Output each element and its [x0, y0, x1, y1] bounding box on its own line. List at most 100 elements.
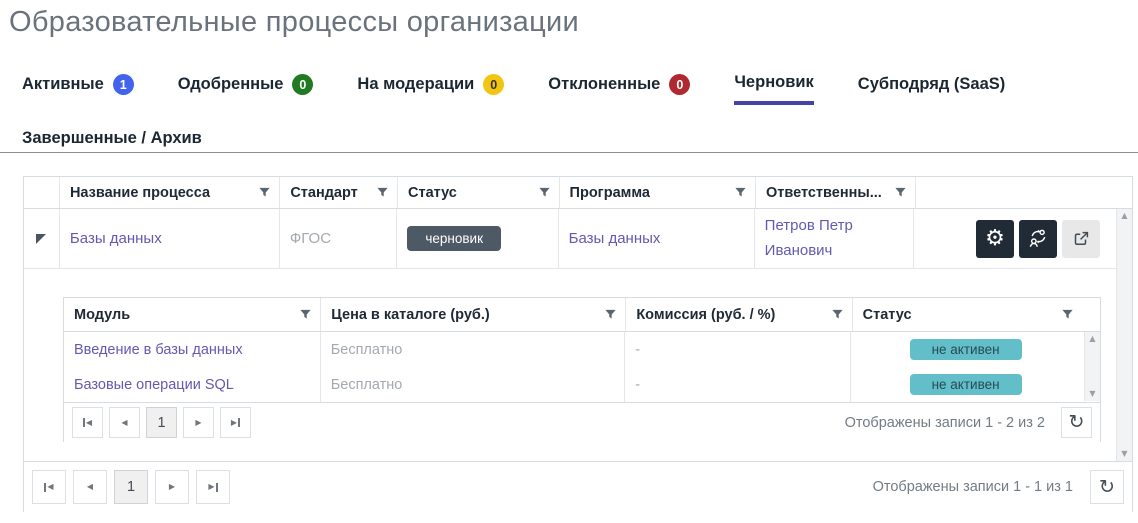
scroll-up-icon[interactable]: ▲ [1089, 335, 1095, 343]
tab-approved[interactable]: Одобренные 0 [178, 73, 314, 105]
tab-label: Черновик [734, 73, 813, 92]
prev-page-icon: ◀ [47, 483, 53, 491]
prev-page-button[interactable]: ◀ [109, 407, 140, 438]
count-badge: 0 [669, 74, 690, 95]
collapse-row-icon[interactable] [36, 234, 46, 244]
module-link[interactable]: Введение в базы данных [74, 342, 243, 358]
filter-icon[interactable] [299, 308, 312, 321]
filter-icon[interactable] [831, 308, 844, 321]
last-page-button[interactable]: ▶ [220, 407, 251, 438]
open-external-icon [1071, 229, 1091, 249]
tab-label: Субподряд (SaaS) [858, 75, 1006, 94]
header-module-status: Статус [853, 298, 1082, 331]
header-label: Стандарт [290, 185, 357, 201]
responsible-cell: Петров Петр Иванович [755, 209, 914, 268]
scroll-up-icon[interactable]: ▲ [1121, 212, 1127, 220]
prev-page-icon: ◀ [87, 483, 93, 491]
header-actions-column [916, 177, 1114, 208]
next-page-icon: ▶ [195, 419, 201, 427]
tabstrip-divider [0, 152, 1138, 153]
gear-icon: ⚙ [985, 228, 1005, 250]
header-module: Модуль [64, 298, 321, 331]
refresh-button[interactable]: ↻ [1061, 407, 1092, 438]
scroll-down-icon[interactable]: ▼ [1121, 450, 1127, 458]
table-row: Базовые операции SQL Бесплатно - не акти… [64, 367, 1100, 402]
commission-cell: - [625, 367, 851, 402]
header-status: Статус [398, 177, 560, 208]
page-number-button[interactable]: 1 [114, 470, 148, 504]
program-cell: Базы данных [559, 209, 755, 268]
standard-cell: ФГОС [280, 209, 397, 268]
price-cell: Бесплатно [321, 332, 625, 367]
seek-last-icon [216, 483, 218, 492]
header-standard: Стандарт [280, 177, 398, 208]
processes-grid: Название процесса Стандарт Статус Програ… [23, 176, 1133, 512]
pager-info: Отображены записи 1 - 2 из 2 [845, 415, 1045, 431]
next-page-button[interactable]: ▶ [155, 470, 189, 504]
filter-icon[interactable] [604, 308, 617, 321]
open-external-button[interactable] [1062, 220, 1100, 258]
header-label: Комиссия (руб. / %) [636, 307, 775, 323]
next-page-icon: ▶ [169, 483, 175, 491]
header-responsible: Ответственны... [756, 177, 916, 208]
filter-icon[interactable] [258, 186, 271, 199]
table-row: Введение в базы данных Бесплатно - не ак… [64, 332, 1100, 367]
filter-icon[interactable] [894, 186, 907, 199]
tab-draft[interactable]: Черновик [734, 73, 813, 105]
status-badge: не активен [910, 339, 1022, 360]
program-link[interactable]: Базы данных [569, 230, 661, 247]
grid-vertical-scrollbar[interactable]: ▲ ▼ [1116, 209, 1132, 461]
header-label: Название процесса [70, 185, 210, 201]
refresh-button[interactable]: ↻ [1090, 470, 1124, 504]
price-cell: Бесплатно [321, 367, 625, 402]
subgrid-pager: ◀ ◀ 1 ▶ ▶ Отображены записи 1 - 2 из 2 ↻ [64, 402, 1100, 442]
refresh-icon: ↻ [1099, 478, 1115, 497]
header-label: Программа [570, 185, 650, 201]
settings-button[interactable]: ⚙ [976, 220, 1014, 258]
expand-cell [24, 209, 60, 268]
first-page-button[interactable]: ◀ [32, 470, 66, 504]
page-title: Образовательные процессы организации [9, 6, 579, 39]
count-badge: 1 [113, 74, 134, 95]
status-cell: черновик [397, 209, 558, 268]
status-badge: черновик [407, 226, 501, 251]
subgrid-vertical-scrollbar[interactable]: ▲ ▼ [1084, 332, 1100, 401]
reassign-responsible-button[interactable] [1019, 220, 1057, 258]
tabstrip: Активные 1 Одобренные 0 На модерации 0 О… [22, 73, 1122, 157]
page-number-button[interactable]: 1 [146, 407, 177, 438]
tab-active[interactable]: Активные 1 [22, 73, 134, 105]
pager-info: Отображены записи 1 - 1 из 1 [873, 479, 1073, 495]
process-name-cell: Базы данных [60, 209, 280, 268]
next-page-button[interactable]: ▶ [183, 407, 214, 438]
next-page-icon: ▶ [208, 483, 214, 491]
header-catalog-price: Цена в каталоге (руб.) [321, 298, 626, 331]
filter-icon[interactable] [1061, 308, 1074, 321]
detail-row: Модуль Цена в каталоге (руб.) Комиссия (… [24, 269, 1132, 462]
filter-icon[interactable] [376, 186, 389, 199]
grid-pager: ◀ ◀ 1 ▶ ▶ Отображены записи 1 - 1 из 1 ↻ [24, 462, 1132, 512]
header-label: Статус [408, 185, 457, 201]
first-page-button[interactable]: ◀ [72, 407, 103, 438]
header-label: Ответственны... [766, 185, 882, 201]
refresh-icon: ↻ [1069, 413, 1085, 432]
seek-last-icon [238, 418, 240, 427]
module-link[interactable]: Базовые операции SQL [74, 377, 234, 393]
process-name-link[interactable]: Базы данных [70, 230, 162, 247]
prev-page-icon: ◀ [86, 419, 92, 427]
header-label: Статус [863, 307, 912, 323]
header-label: Модуль [74, 307, 130, 323]
scroll-down-icon[interactable]: ▼ [1089, 390, 1095, 398]
filter-icon[interactable] [538, 186, 551, 199]
count-badge: 0 [292, 74, 313, 95]
tab-rejected[interactable]: Отклоненные 0 [548, 73, 690, 105]
responsible-link[interactable]: Петров Петр Иванович [765, 214, 903, 264]
tab-moderation[interactable]: На модерации 0 [357, 73, 504, 105]
prev-page-icon: ◀ [121, 419, 127, 427]
filter-icon[interactable] [734, 186, 747, 199]
prev-page-button[interactable]: ◀ [73, 470, 107, 504]
tab-label: На модерации [357, 75, 474, 94]
tab-subcontract[interactable]: Субподряд (SaaS) [858, 73, 1006, 105]
last-page-button[interactable]: ▶ [196, 470, 230, 504]
seek-first-icon [83, 418, 85, 427]
commission-cell: - [625, 332, 851, 367]
